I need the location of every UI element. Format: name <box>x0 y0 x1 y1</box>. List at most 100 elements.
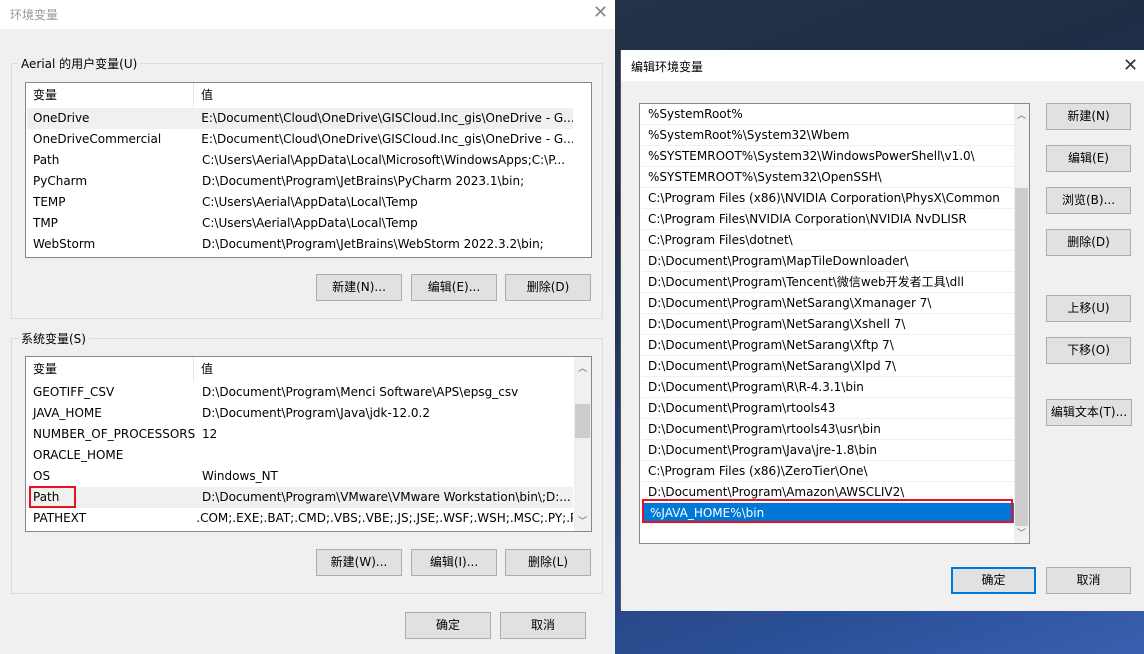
path-entry[interactable]: %SYSTEMROOT%\System32\WindowsPowerShell\… <box>642 146 1014 167</box>
path-entry[interactable]: %SystemRoot% <box>642 104 1014 125</box>
delete-user-variable-button[interactable]: 删除(D) <box>505 274 591 301</box>
environment-variables-dialog: 环境变量 ✕ Aerial 的用户变量(U) 变量 值 OneDrive E:\D… <box>0 0 615 654</box>
dialog-title: 环境变量 <box>10 8 59 22</box>
move-up-button[interactable]: 上移(U) <box>1046 295 1131 322</box>
column-header-value[interactable]: 值 <box>194 357 213 381</box>
close-icon[interactable]: ✕ <box>593 4 608 22</box>
vertical-scrollbar[interactable]: ︿ ﹀ <box>574 357 591 531</box>
path-entry[interactable]: C:\Program Files\dotnet\ <box>642 230 1014 251</box>
column-header-variable[interactable]: 变量 <box>26 83 194 107</box>
title-bar: 编辑环境变量 ✕ <box>621 50 1144 81</box>
table-row[interactable]: NUMBER_OF_PROCESSORS 12 <box>27 424 573 445</box>
table-row[interactable]: ORACLE_HOME <box>27 445 573 466</box>
table-row[interactable]: OS Windows_NT <box>27 466 573 487</box>
table-row[interactable]: OneDriveCommercial E:\Document\Cloud\OneD… <box>27 129 573 150</box>
path-entry[interactable]: D:\Document\Program\NetSarang\Xmanager 7… <box>642 293 1014 314</box>
variable-value: C:\Users\Aerial\AppData\Local\Microsoft\… <box>202 153 566 167</box>
column-header-value[interactable]: 值 <box>194 83 213 107</box>
user-variables-list[interactable]: 变量 值 OneDrive E:\Document\Cloud\OneDrive\… <box>25 82 592 258</box>
variable-value: Windows_NT <box>202 469 278 483</box>
path-entry[interactable]: D:\Document\Program\NetSarang\Xftp 7\ <box>642 335 1014 356</box>
variable-name: TEMP <box>33 195 66 209</box>
user-variables-label: Aerial 的用户变量(U) <box>18 55 141 72</box>
move-down-button[interactable]: 下移(O) <box>1046 337 1131 364</box>
path-entry[interactable]: D:\Document\Program\MapTileDownloader\ <box>642 251 1014 272</box>
new-system-variable-button[interactable]: 新建(W)... <box>316 549 402 576</box>
path-entry[interactable]: %SystemRoot%\System32\Wbem <box>642 125 1014 146</box>
ok-button[interactable]: 确定 <box>951 567 1036 594</box>
variable-value: E:\Document\Cloud\OneDrive\GISCloud.Inc_… <box>201 111 573 125</box>
dialog-title: 编辑环境变量 <box>631 60 704 74</box>
path-highlight-box <box>29 486 76 508</box>
variable-name: WebStorm <box>33 237 96 251</box>
path-entry[interactable]: C:\Program Files (x86)\ZeroTier\One\ <box>642 461 1014 482</box>
scroll-down-icon[interactable]: ﹀ <box>1014 526 1029 539</box>
variable-name: OneDrive <box>33 111 90 125</box>
variable-value: D:\Document\Program\Java\jdk-12.0.2 <box>202 406 430 420</box>
edit-text-button[interactable]: 编辑文本(T)... <box>1046 399 1132 426</box>
system-variables-list[interactable]: 变量 值 GEOTIFF_CSV D:\Document\Program\Menc… <box>25 356 592 532</box>
variable-value: C:\Users\Aerial\AppData\Local\Temp <box>202 195 418 209</box>
table-row[interactable]: Path D:\Document\Program\VMware\VMware Wo… <box>27 487 573 508</box>
selected-entry-highlight-box <box>642 499 1013 523</box>
path-entries-list[interactable]: %SystemRoot% %SystemRoot%\System32\Wbem %S… <box>639 103 1030 544</box>
browse-button[interactable]: 浏览(B)... <box>1046 187 1131 214</box>
table-row[interactable]: OneDrive E:\Document\Cloud\OneDrive\GISCl… <box>27 108 573 129</box>
cancel-button[interactable]: 取消 <box>500 612 586 639</box>
path-entry[interactable]: D:\Document\Program\NetSarang\Xlpd 7\ <box>642 356 1014 377</box>
path-entry[interactable]: %SYSTEMROOT%\System32\OpenSSH\ <box>642 167 1014 188</box>
variable-name: ORACLE_HOME <box>33 448 124 462</box>
variable-name: OneDriveCommercial <box>33 132 162 146</box>
variable-name: TMP <box>33 216 58 230</box>
close-icon[interactable]: ✕ <box>1123 57 1138 75</box>
path-entry[interactable]: D:\Document\Program\Java\jre-1.8\bin <box>642 440 1014 461</box>
ok-button[interactable]: 确定 <box>405 612 491 639</box>
scroll-up-icon[interactable]: ︿ <box>574 361 591 374</box>
table-row[interactable]: WebStorm D:\Document\Program\JetBrains\We… <box>27 234 573 255</box>
scroll-up-icon[interactable]: ︿ <box>1014 108 1029 121</box>
variable-name: PATHEXT <box>33 511 87 525</box>
edit-button[interactable]: 编辑(E) <box>1046 145 1131 172</box>
variable-value: C:\Users\Aerial\AppData\Local\Temp <box>202 216 418 230</box>
variable-name: JAVA_HOME <box>33 406 102 420</box>
delete-button[interactable]: 删除(D) <box>1046 229 1131 256</box>
column-header-variable[interactable]: 变量 <box>26 357 194 381</box>
table-row[interactable]: PATHEXT .COM;.EXE;.BAT;.CMD;.VBS;.VBE;.JS… <box>27 508 573 529</box>
path-entry[interactable]: C:\Program Files\NVIDIA Corporation\NVID… <box>642 209 1014 230</box>
table-row[interactable]: PyCharm D:\Document\Program\JetBrains\PyC… <box>27 171 573 192</box>
vertical-scrollbar[interactable]: ︿ ﹀ <box>1014 104 1029 543</box>
variable-value: D:\Document\Program\JetBrains\PyCharm 20… <box>202 174 525 188</box>
table-row[interactable]: GEOTIFF_CSV D:\Document\Program\Menci Sof… <box>27 382 573 403</box>
variable-name: OS <box>33 469 51 483</box>
variable-value: 12 <box>202 427 218 441</box>
variable-value: D:\Document\Program\Menci Software\APS\e… <box>202 385 519 399</box>
list-header: 变量 值 <box>26 357 573 381</box>
path-entry[interactable]: D:\Document\Program\Tencent\微信web开发者工具\d… <box>642 272 1014 293</box>
path-entry[interactable]: D:\Document\Program\rtools43 <box>642 398 1014 419</box>
edit-system-variable-button[interactable]: 编辑(I)... <box>411 549 497 576</box>
table-row[interactable]: TMP C:\Users\Aerial\AppData\Local\Temp <box>27 213 573 234</box>
table-row[interactable]: JAVA_HOME D:\Document\Program\Java\jdk-12… <box>27 403 573 424</box>
variable-name: Path <box>33 153 60 167</box>
variable-value: D:\Document\Program\JetBrains\WebStorm 2… <box>202 237 544 251</box>
cancel-button[interactable]: 取消 <box>1046 567 1131 594</box>
edit-environment-variable-dialog: 编辑环境变量 ✕ %SystemRoot% %SystemRoot%\System… <box>620 50 1144 611</box>
table-row[interactable]: TEMP C:\Users\Aerial\AppData\Local\Temp <box>27 192 573 213</box>
variable-name: NUMBER_OF_PROCESSORS <box>33 427 195 441</box>
scrollbar-thumb[interactable] <box>575 404 590 438</box>
variable-name: PyCharm <box>33 174 88 188</box>
new-button[interactable]: 新建(N) <box>1046 103 1131 130</box>
variable-value: .COM;.EXE;.BAT;.CMD;.VBS;.VBE;.JS;.JSE;.… <box>196 511 573 525</box>
scroll-down-icon[interactable]: ﹀ <box>574 514 591 527</box>
path-entry[interactable]: D:\Document\Program\R\R-4.3.1\bin <box>642 377 1014 398</box>
path-entry[interactable]: D:\Document\Program\rtools43\usr\bin <box>642 419 1014 440</box>
title-bar: 环境变量 ✕ <box>0 0 615 29</box>
path-entry[interactable]: C:\Program Files (x86)\NVIDIA Corporatio… <box>642 188 1014 209</box>
table-row[interactable]: Path C:\Users\Aerial\AppData\Local\Micros… <box>27 150 573 171</box>
path-entry[interactable]: D:\Document\Program\NetSarang\Xshell 7\ <box>642 314 1014 335</box>
variable-value: D:\Document\Program\VMware\VMware Workst… <box>202 490 571 504</box>
delete-system-variable-button[interactable]: 删除(L) <box>505 549 591 576</box>
scrollbar-thumb[interactable] <box>1015 188 1028 526</box>
new-user-variable-button[interactable]: 新建(N)... <box>316 274 402 301</box>
edit-user-variable-button[interactable]: 编辑(E)... <box>411 274 497 301</box>
